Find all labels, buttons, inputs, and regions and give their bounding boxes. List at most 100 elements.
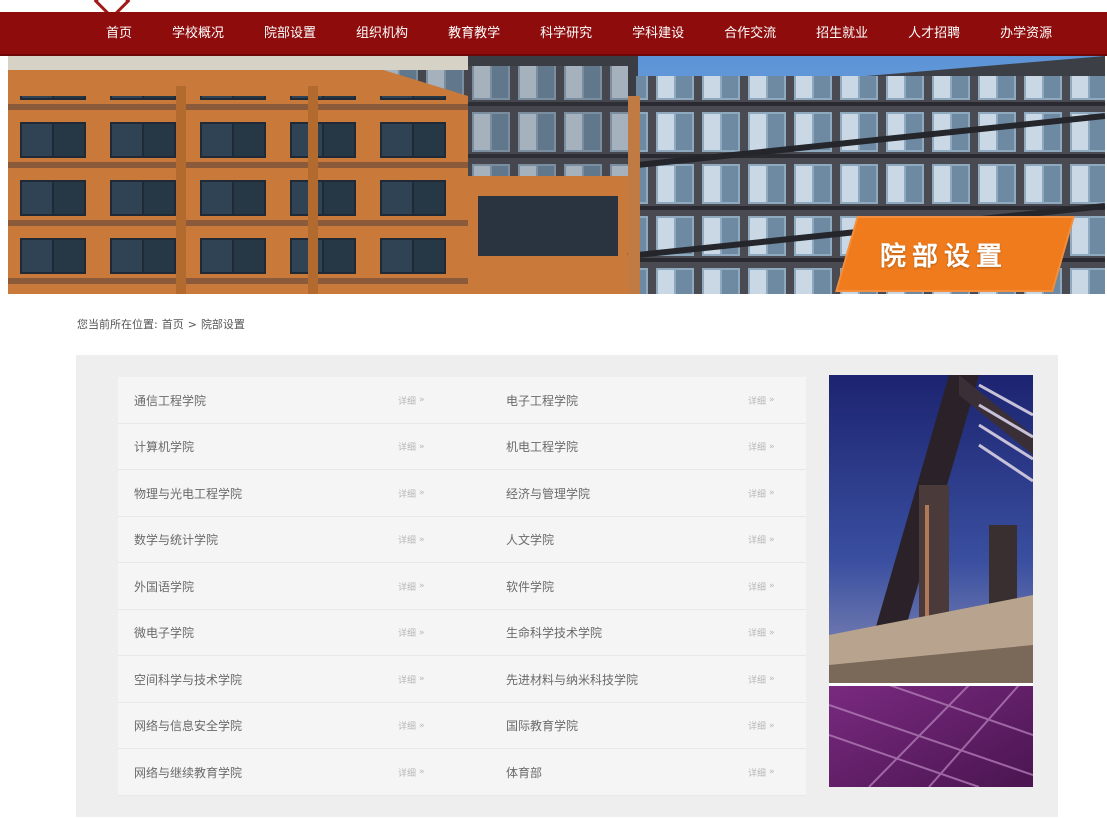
department-link-left[interactable]: 物理与光电工程学院 — [134, 470, 242, 516]
department-link-left[interactable]: 外国语学院 — [134, 563, 194, 609]
detail-label: 详细 — [748, 629, 767, 639]
department-link-left[interactable]: 网络与继续教育学院 — [134, 749, 242, 795]
department-link-right[interactable]: 软件学院 — [506, 563, 554, 609]
detail-link[interactable]: 详细» — [748, 377, 775, 423]
department-name: 软件学院 — [506, 579, 555, 594]
arrow-right-icon: » — [769, 674, 775, 684]
detail-label: 详细 — [398, 582, 417, 593]
department-link-right[interactable]: 体育部 — [506, 749, 542, 795]
detail-link[interactable]: 详细» — [398, 656, 425, 702]
detail-label: 详细 — [398, 443, 417, 453]
detail-label: 详细 — [398, 396, 417, 407]
detail-label: 详细 — [748, 768, 767, 779]
department-link-right[interactable]: 电子工程学院 — [506, 377, 578, 423]
detail-link[interactable]: 详细» — [748, 703, 775, 749]
department-name: 数学与统计学院 — [134, 533, 219, 547]
department-link-right[interactable]: 生命科学技术学院 — [506, 610, 602, 656]
detail-link[interactable]: 详细» — [748, 563, 775, 609]
department-link-right[interactable]: 人文学院 — [506, 517, 554, 563]
arrow-right-icon: » — [419, 674, 425, 684]
department-link-left[interactable]: 微电子学院 — [134, 610, 194, 656]
detail-link[interactable]: 详细» — [398, 377, 425, 423]
nav-item-7[interactable]: 合作交流 — [704, 12, 796, 56]
arrow-right-icon: » — [419, 720, 425, 731]
arrow-right-icon: » — [769, 395, 775, 405]
detail-link[interactable]: 详细» — [398, 470, 425, 516]
nav-item-8[interactable]: 招生就业 — [796, 12, 888, 56]
department-link-left[interactable]: 计算机学院 — [134, 424, 194, 470]
detail-link[interactable]: 详细» — [748, 749, 775, 795]
department-link-left[interactable]: 通信工程学院 — [134, 377, 206, 423]
detail-link[interactable]: 详细» — [398, 424, 425, 470]
detail-link[interactable]: 详细» — [398, 703, 425, 749]
department-name: 通信工程学院 — [134, 393, 207, 408]
nav-item-6[interactable]: 学科建设 — [612, 12, 704, 56]
detail-label: 详细 — [398, 675, 417, 686]
department-name: 网络与信息安全学院 — [134, 719, 243, 733]
department-name: 体育部 — [506, 765, 543, 780]
detail-label: 详细 — [398, 629, 417, 639]
breadcrumb-separator: > — [187, 317, 197, 331]
nav-item-3[interactable]: 组织机构 — [336, 12, 428, 56]
detail-link[interactable]: 详细» — [398, 563, 425, 609]
detail-label: 详细 — [398, 489, 417, 500]
detail-label: 详细 — [748, 582, 767, 593]
department-name: 生命科学技术学院 — [506, 626, 603, 640]
detail-label: 详细 — [748, 536, 767, 546]
department-name: 先进材料与纳米科技学院 — [506, 672, 639, 687]
department-row: 空间科学与技术学院 详细» 先进材料与纳米科技学院 详细» — [118, 656, 806, 703]
nav-list: 首页 学校概况 院部设置 组织机构 教育教学 科学研究 学科建设 合作交流 招生就业 人才招聘 办学… — [86, 12, 1072, 56]
arrow-right-icon: » — [769, 534, 775, 545]
detail-link[interactable]: 详细» — [748, 470, 775, 516]
department-link-right[interactable]: 机电工程学院 — [506, 424, 578, 470]
department-name: 物理与光电工程学院 — [134, 486, 243, 501]
department-link-right[interactable]: 国际教育学院 — [506, 703, 578, 749]
breadcrumb-home-link[interactable]: 首页 — [162, 316, 184, 332]
department-name: 人文学院 — [506, 533, 555, 547]
detail-label: 详细 — [398, 768, 417, 779]
detail-label: 详细 — [748, 443, 767, 453]
detail-label: 详细 — [748, 489, 767, 500]
arrow-right-icon: » — [769, 488, 775, 498]
detail-link[interactable]: 详细» — [748, 610, 775, 656]
arrow-right-icon: » — [419, 534, 425, 545]
detail-link[interactable]: 详细» — [398, 517, 425, 563]
arrow-right-icon: » — [769, 720, 775, 731]
department-name: 机电工程学院 — [506, 440, 579, 454]
department-row: 外国语学院 详细» 软件学院 详细» — [118, 563, 806, 610]
department-name: 网络与继续教育学院 — [134, 765, 243, 780]
department-link-left[interactable]: 数学与统计学院 — [134, 517, 218, 563]
breadcrumb-current: 院部设置 — [200, 318, 245, 331]
department-name: 空间科学与技术学院 — [134, 672, 243, 687]
department-link-left[interactable]: 网络与信息安全学院 — [134, 703, 242, 749]
nav-item-4[interactable]: 教育教学 — [428, 12, 520, 56]
nav-item-10[interactable]: 办学资源 — [980, 12, 1072, 56]
department-link-right[interactable]: 经济与管理学院 — [506, 470, 590, 516]
detail-link[interactable]: 详细» — [398, 610, 425, 656]
detail-link[interactable]: 详细» — [748, 656, 775, 702]
nav-item-0[interactable]: 首页 — [86, 12, 152, 56]
nav-item-9[interactable]: 人才招聘 — [888, 12, 980, 56]
arrow-right-icon: » — [769, 767, 775, 777]
department-list: 通信工程学院 详细» 电子工程学院 详细» 计算机学院 详细» 机电工程学院 详细» 物理与光电… — [118, 377, 806, 796]
arrow-right-icon: » — [419, 395, 425, 405]
department-row: 通信工程学院 详细» 电子工程学院 详细» — [118, 377, 806, 424]
top-header — [0, 0, 1107, 12]
department-link-left[interactable]: 空间科学与技术学院 — [134, 656, 242, 702]
detail-link[interactable]: 详细» — [398, 749, 425, 795]
nav-item-5[interactable]: 科学研究 — [520, 12, 612, 56]
nav-item-2[interactable]: 院部设置 — [244, 12, 336, 56]
university-logo-icon[interactable] — [93, 0, 131, 12]
arrow-right-icon: » — [419, 767, 425, 777]
department-name: 国际教育学院 — [506, 719, 579, 733]
department-row: 计算机学院 详细» 机电工程学院 详细» — [118, 424, 806, 470]
departments-panel: 通信工程学院 详细» 电子工程学院 详细» 计算机学院 详细» 机电工程学院 详细» 物理与光电… — [76, 355, 1058, 817]
detail-label: 详细 — [748, 675, 767, 686]
nav-item-1[interactable]: 学校概况 — [152, 12, 244, 56]
detail-link[interactable]: 详细» — [748, 517, 775, 563]
department-link-right[interactable]: 先进材料与纳米科技学院 — [506, 656, 638, 702]
arrow-right-icon: » — [769, 627, 775, 638]
department-row: 网络与信息安全学院 详细» 国际教育学院 详细» — [118, 703, 806, 749]
detail-link[interactable]: 详细» — [748, 424, 775, 470]
banner-title: 院部设置 — [880, 242, 1009, 272]
